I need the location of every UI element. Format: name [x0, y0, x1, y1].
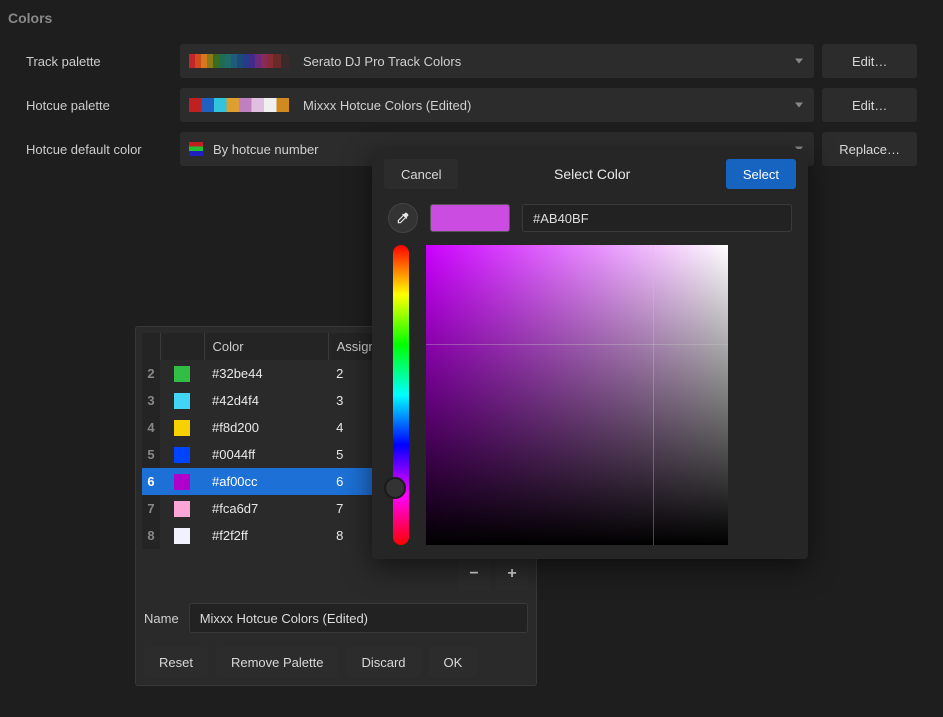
chevron-down-icon: [795, 103, 803, 108]
color-picker-dialog: Cancel Select Color Select: [372, 149, 808, 559]
track-palette-select[interactable]: Serato DJ Pro Track Colors: [180, 44, 814, 78]
color-swatch: [174, 393, 190, 409]
ok-button[interactable]: OK: [429, 647, 478, 677]
hotcue-default-preview: [189, 142, 203, 156]
color-swatch: [174, 447, 190, 463]
section-title: Colors: [0, 0, 943, 36]
row-hex[interactable]: #f8d200: [204, 414, 328, 441]
hue-slider[interactable]: [388, 245, 414, 545]
color-swatch: [174, 420, 190, 436]
eyedropper-button[interactable]: [388, 203, 418, 233]
track-palette-value: Serato DJ Pro Track Colors: [303, 54, 461, 69]
palette-name-input[interactable]: [189, 603, 528, 633]
row-index: 3: [142, 387, 160, 414]
row-hex[interactable]: #fca6d7: [204, 495, 328, 522]
row-hex[interactable]: #42d4f4: [204, 387, 328, 414]
row-index: 8: [142, 522, 160, 549]
row-hex[interactable]: #f2f2ff: [204, 522, 328, 549]
crosshair-v: [653, 245, 654, 545]
track-palette-edit-button[interactable]: Edit…: [822, 44, 917, 78]
hotcue-default-value: By hotcue number: [213, 142, 319, 157]
remove-palette-button[interactable]: Remove Palette: [216, 647, 339, 677]
hue-track: [393, 245, 409, 545]
row-swatch-cell[interactable]: [160, 387, 204, 414]
row-swatch-cell[interactable]: [160, 360, 204, 387]
eyedropper-icon: [396, 211, 410, 225]
crosshair-h: [426, 344, 728, 345]
hotcue-default-label: Hotcue default color: [26, 142, 172, 157]
color-swatch: [174, 528, 190, 544]
hotcue-palette-select[interactable]: Mixxx Hotcue Colors (Edited): [180, 88, 814, 122]
cancel-button[interactable]: Cancel: [384, 159, 458, 189]
row-swatch-cell[interactable]: [160, 414, 204, 441]
color-swatch: [174, 501, 190, 517]
row-hex[interactable]: #32be44: [204, 360, 328, 387]
row-index: 2: [142, 360, 160, 387]
chevron-down-icon: [795, 59, 803, 64]
remove-row-button[interactable]: −: [458, 557, 490, 591]
col-swatch: [160, 333, 204, 360]
picker-title: Select Color: [458, 166, 725, 182]
hotcue-default-replace-button[interactable]: Replace…: [822, 132, 917, 166]
select-button[interactable]: Select: [726, 159, 796, 189]
col-color[interactable]: Color: [204, 333, 328, 360]
color-swatch: [174, 366, 190, 382]
track-palette-label: Track palette: [26, 54, 172, 69]
current-color-swatch: [430, 204, 510, 232]
row-index: 7: [142, 495, 160, 522]
row-swatch-cell[interactable]: [160, 441, 204, 468]
row-hex[interactable]: #af00cc: [204, 468, 328, 495]
row-swatch-cell[interactable]: [160, 495, 204, 522]
row-hex[interactable]: #0044ff: [204, 441, 328, 468]
row-index: 5: [142, 441, 160, 468]
hex-input[interactable]: [522, 204, 792, 232]
hotcue-palette-label: Hotcue palette: [26, 98, 172, 113]
hue-thumb[interactable]: [384, 477, 406, 499]
saturation-value-field[interactable]: [426, 245, 728, 545]
palette-name-label: Name: [144, 611, 179, 626]
hotcue-palette-preview: [189, 98, 289, 112]
add-row-button[interactable]: +: [496, 557, 528, 591]
col-index: [142, 333, 160, 360]
row-index: 6: [142, 468, 160, 495]
row-swatch-cell[interactable]: [160, 468, 204, 495]
reset-button[interactable]: Reset: [144, 647, 208, 677]
hotcue-palette-value: Mixxx Hotcue Colors (Edited): [303, 98, 471, 113]
row-swatch-cell[interactable]: [160, 522, 204, 549]
hotcue-palette-edit-button[interactable]: Edit…: [822, 88, 917, 122]
discard-button[interactable]: Discard: [346, 647, 420, 677]
track-palette-preview: [189, 54, 289, 68]
color-swatch: [174, 474, 190, 490]
row-index: 4: [142, 414, 160, 441]
